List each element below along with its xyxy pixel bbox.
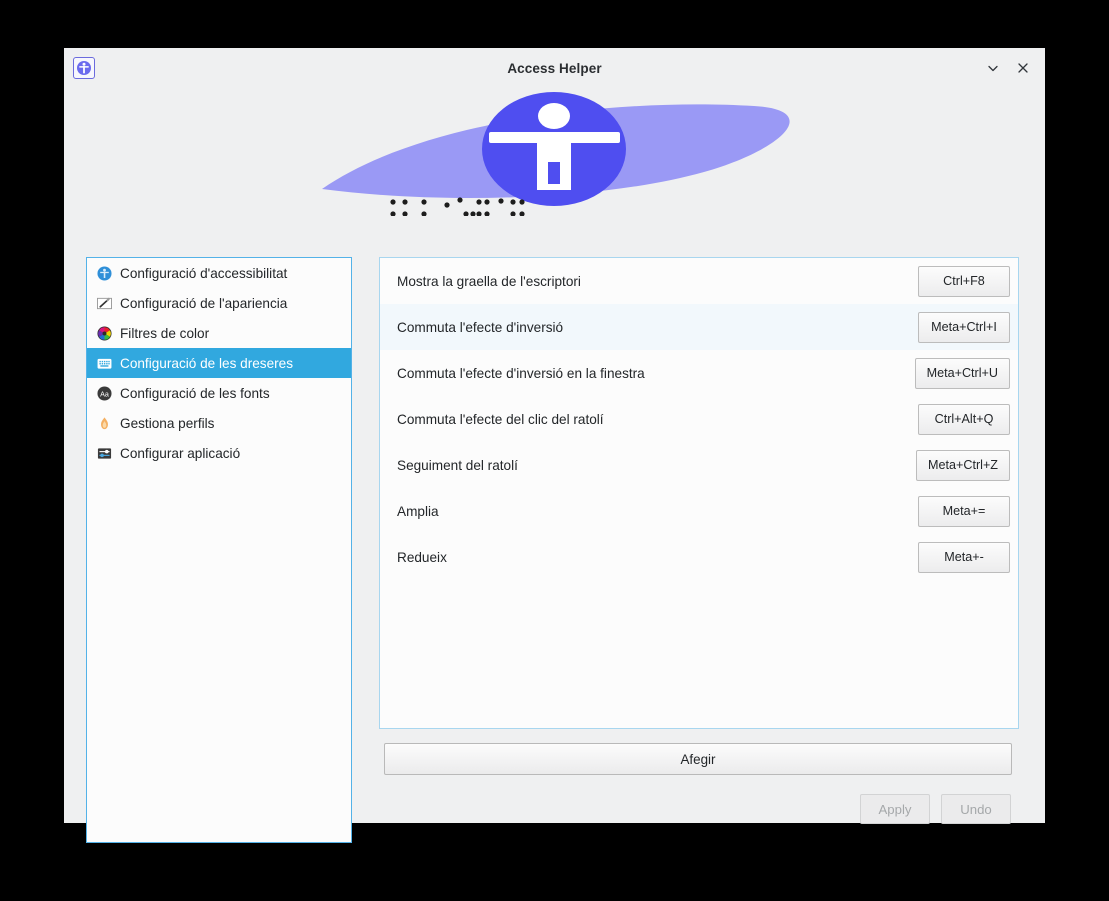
shortcut-label: Commuta l'efecte d'inversió en la finest…: [397, 365, 645, 381]
shortcut-row[interactable]: Redueix Meta+-: [380, 534, 1018, 580]
sidebar-item-3[interactable]: Configuració de les dreseres: [87, 348, 351, 378]
keyboard-icon: [96, 355, 112, 371]
shortcut-row[interactable]: Commuta l'efecte del clic del ratolí Ctrl…: [380, 396, 1018, 442]
font-aa-icon: Aa: [96, 385, 112, 401]
sidebar-item-label: Configuració de les dreseres: [120, 355, 294, 371]
sidebar-item-label: Configuració d'accessibilitat: [120, 265, 288, 281]
shortcut-label: Redueix: [397, 549, 447, 565]
shortcut-key-button[interactable]: Meta+=: [918, 495, 1010, 527]
shortcut-key-button[interactable]: Meta+Ctrl+Z: [916, 449, 1010, 481]
shortcut-key-button[interactable]: Meta+Ctrl+I: [918, 311, 1010, 343]
apply-button-label: Apply: [878, 801, 912, 817]
undo-button[interactable]: Undo: [941, 794, 1011, 824]
shortcut-key-button[interactable]: Meta+Ctrl+U: [914, 357, 1010, 389]
sidebar-item-6[interactable]: Configurar aplicació: [87, 438, 351, 468]
brush-icon: [96, 295, 112, 311]
sidebar-item-label: Configuració de l'apariencia: [120, 295, 288, 311]
svg-text:Aa: Aa: [100, 390, 109, 398]
shortcut-label: Mostra la graella de l'escriptori: [397, 273, 581, 289]
shortcut-row[interactable]: Commuta l'efecte d'inversió Meta+Ctrl+I: [380, 304, 1018, 350]
sliders-icon: [96, 445, 112, 461]
apply-button[interactable]: Apply: [860, 794, 930, 824]
settings-sidebar: Configuració d'accessibilitat Configuraci…: [86, 257, 352, 843]
color-wheel-icon: [96, 325, 112, 341]
sidebar-item-label: Configuració de les fonts: [120, 385, 270, 401]
sidebar-item-0[interactable]: Configuració d'accessibilitat: [87, 258, 351, 288]
footer-buttons: Apply Undo: [860, 794, 1011, 824]
shortcut-row[interactable]: Seguiment del ratolí Meta+Ctrl+Z: [380, 442, 1018, 488]
shortcut-key-button[interactable]: Meta+-: [918, 541, 1010, 573]
sidebar-item-5[interactable]: Gestiona perfils: [87, 408, 351, 438]
shortcut-label: Amplia: [397, 503, 439, 519]
shortcut-label: Commuta l'efecte d'inversió: [397, 319, 564, 335]
add-button[interactable]: Afegir: [384, 743, 1012, 775]
shortcut-row[interactable]: Mostra la graella de l'escriptori Ctrl+F8: [380, 258, 1018, 304]
sidebar-item-1[interactable]: Configuració de l'apariencia: [87, 288, 351, 318]
sidebar-item-label: Configurar aplicació: [120, 445, 241, 461]
sidebar-item-label: Gestiona perfils: [120, 415, 215, 431]
shortcut-row[interactable]: Amplia Meta+=: [380, 488, 1018, 534]
sidebar-item-2[interactable]: Filtres de color: [87, 318, 351, 348]
add-button-label: Afegir: [680, 751, 716, 767]
window-controls: [979, 54, 1037, 82]
shortcut-label: Commuta l'efecte del clic del ratolí: [397, 411, 604, 427]
window-title: Access Helper: [507, 60, 602, 76]
shortcut-key-button[interactable]: Ctrl+Alt+Q: [918, 403, 1010, 435]
shortcut-key-button[interactable]: Ctrl+F8: [918, 265, 1010, 297]
accessibility-icon: [96, 265, 112, 281]
sidebar-item-label: Filtres de color: [120, 325, 210, 341]
title-bar: Access Helper: [64, 48, 1045, 88]
sidebar-item-4[interactable]: Aa Configuració de les fonts: [87, 378, 351, 408]
flame-icon: [96, 415, 112, 431]
banner-graphic: [64, 88, 1045, 216]
content-area: Configuració d'accessibilitat Configuraci…: [64, 216, 1045, 843]
close-button[interactable]: [1009, 54, 1037, 82]
braille-left: [390, 197, 525, 216]
accessibility-app-icon: [73, 57, 95, 79]
undo-button-label: Undo: [960, 801, 992, 817]
minimize-button[interactable]: [979, 54, 1007, 82]
application-window: Access Helper Configuració d'accessibili…: [64, 48, 1045, 843]
shortcut-label: Seguiment del ratolí: [397, 457, 518, 473]
shortcut-list-panel[interactable]: Mostra la graella de l'escriptori Ctrl+F8…: [379, 257, 1019, 729]
shortcut-row[interactable]: Commuta l'efecte d'inversió en la finest…: [380, 350, 1018, 396]
